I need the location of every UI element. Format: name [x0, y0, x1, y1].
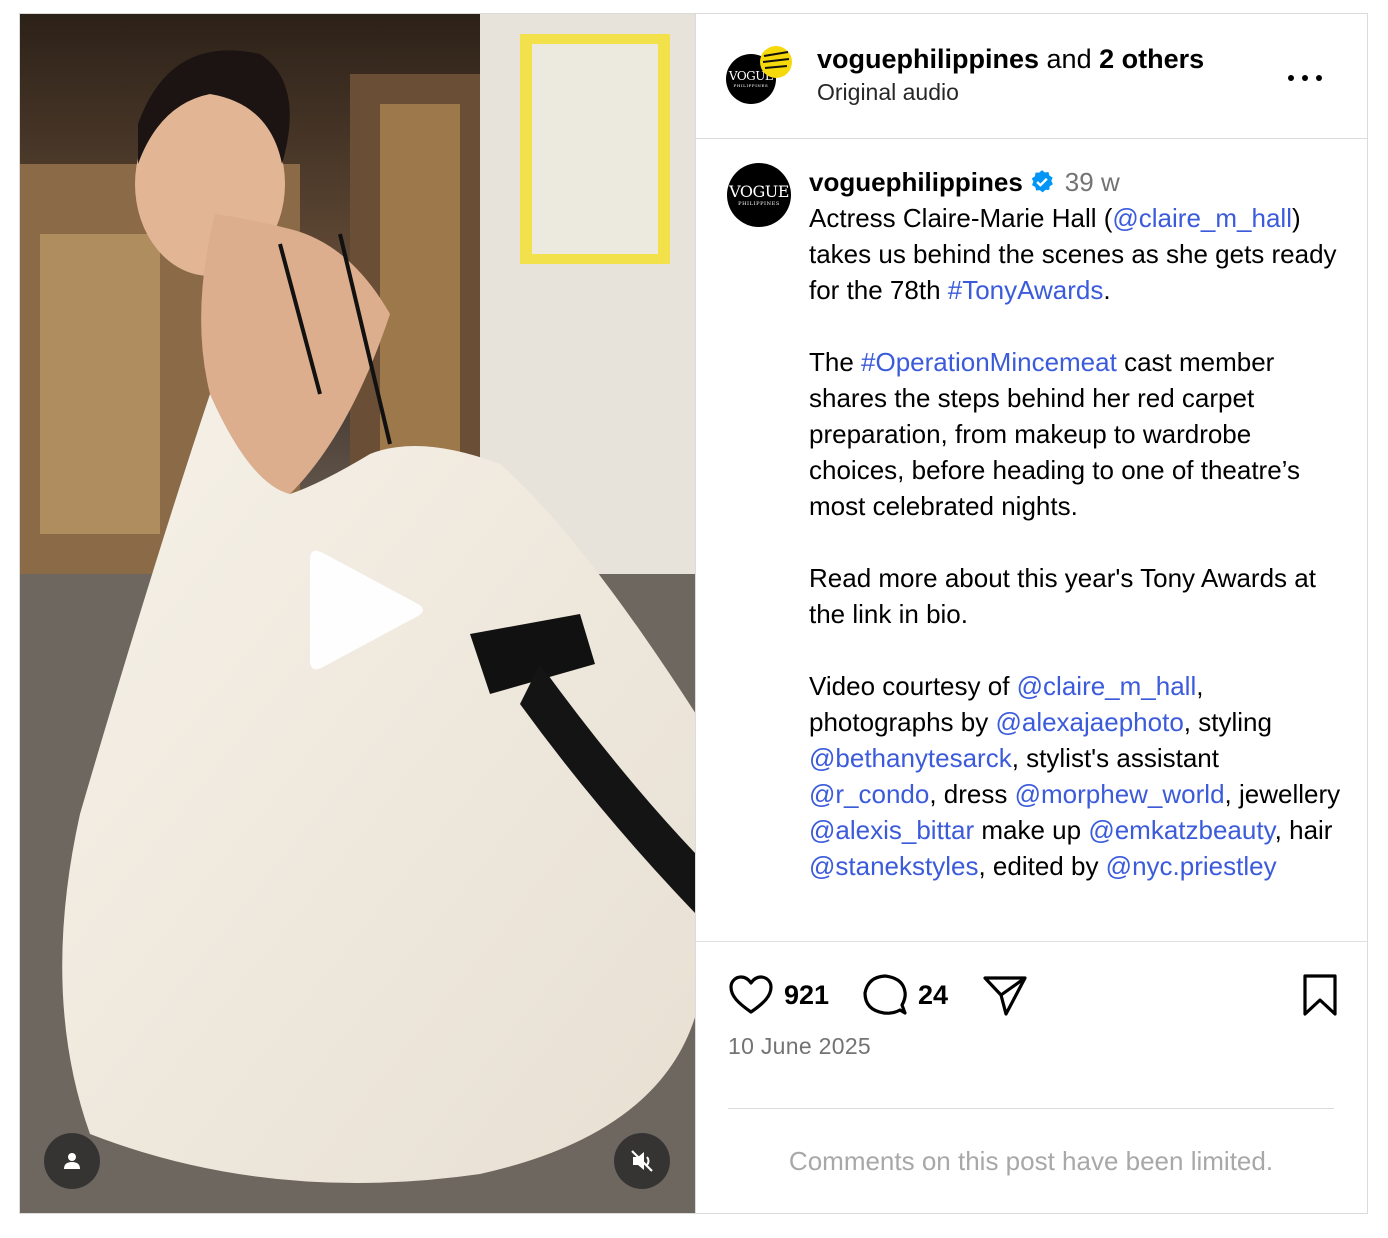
post-sidebar: VOGUE PHILIPPINES voguephilippines and 2… [696, 14, 1367, 1213]
header-username[interactable]: voguephilippines [817, 44, 1039, 74]
share-button[interactable] [982, 972, 1028, 1018]
caption-text-segment: , stylist's assistant [1011, 743, 1219, 773]
mention-link[interactable]: @claire_m_hall [1017, 671, 1197, 701]
caption-section: VOGUE PHILIPPINES voguephilippines 39 w A… [696, 140, 1367, 942]
video-media[interactable] [20, 14, 696, 1213]
post-date[interactable]: 10 June 2025 [728, 1033, 871, 1060]
caption-paragraph-3: Read more about this year's Tony Awards … [809, 563, 1316, 629]
comment-icon [863, 974, 907, 1015]
verified-badge-icon [1031, 170, 1053, 193]
mute-toggle-button[interactable] [614, 1133, 670, 1189]
hashtag-link[interactable]: #OperationMincemeat [861, 347, 1117, 377]
caption-text: voguephilippines 39 w Actress Claire-Mari… [809, 164, 1349, 884]
header-others-link[interactable]: 2 others [1099, 44, 1204, 74]
caption-text-segment: , hair [1274, 815, 1333, 845]
caption-text-segment: make up [974, 815, 1089, 845]
more-icon [1288, 75, 1322, 81]
mention-link[interactable]: @alexajaephoto [995, 707, 1183, 737]
play-icon [310, 550, 423, 670]
more-options-button[interactable] [1285, 66, 1325, 90]
heart-icon [729, 975, 773, 1014]
share-icon [983, 976, 1027, 1016]
mention-link[interactable]: @nyc.priestley [1106, 851, 1277, 881]
header-text: voguephilippines and 2 others Original a… [817, 44, 1204, 106]
caption-text-segment: , styling [1183, 707, 1272, 737]
avatar-sub-text: PHILIPPINES [733, 83, 769, 88]
comment-count[interactable]: 24 [918, 980, 948, 1011]
header-and-text: and [1046, 44, 1092, 74]
caption-text-segment: , dress [929, 779, 1015, 809]
caption-paragraph-4: Video courtesy of @claire_m_hall, photog… [809, 668, 1349, 884]
comments-divider [728, 1108, 1334, 1109]
mention-link[interactable]: @claire_m_hall [1112, 203, 1292, 233]
action-bar: 921 24 [728, 972, 1340, 1022]
like-button[interactable]: 921 [728, 972, 829, 1018]
save-button[interactable] [1300, 972, 1340, 1018]
caption-text-segment: Video courtesy of [809, 671, 1017, 701]
comment-button[interactable]: 24 [862, 972, 948, 1018]
mute-icon [631, 1150, 653, 1172]
tagged-people-button[interactable] [44, 1133, 100, 1189]
caption-text-segment: , edited by [978, 851, 1106, 881]
collab-avatar-ring [760, 46, 792, 78]
play-button[interactable] [300, 542, 430, 677]
caption-avatar-sub-text: PHILIPPINES [738, 200, 780, 207]
mention-link[interactable]: @r_condo [809, 779, 929, 809]
like-count[interactable]: 921 [784, 980, 829, 1011]
post-age[interactable]: 39 w [1065, 167, 1120, 197]
header-collab-line: voguephilippines and 2 others [817, 44, 1204, 75]
bookmark-icon [1303, 974, 1337, 1016]
mention-link[interactable]: @bethanytesarck [809, 743, 1012, 773]
caption-avatar[interactable]: VOGUE PHILIPPINES [727, 163, 791, 227]
mention-link[interactable]: @emkatzbeauty [1088, 815, 1274, 845]
caption-avatar-logo-text: VOGUE [729, 181, 789, 201]
mention-link[interactable]: @stanekstyles [809, 851, 978, 881]
caption-username[interactable]: voguephilippines [809, 167, 1023, 197]
caption-paragraph-2: The #OperationMincemeat cast member shar… [809, 344, 1349, 524]
post-container: VOGUE PHILIPPINES voguephilippines and 2… [19, 13, 1368, 1214]
mention-link[interactable]: @morphew_world [1015, 779, 1225, 809]
mention-link[interactable]: @alexis_bittar [809, 815, 974, 845]
caption-text-segment: The [809, 347, 862, 377]
caption-author-line: voguephilippines 39 w [809, 164, 1349, 200]
post-header: VOGUE PHILIPPINES voguephilippines and 2… [696, 14, 1367, 139]
audio-link[interactable]: Original audio [817, 79, 1204, 106]
caption-text-segment: . [1103, 275, 1111, 305]
comments-limited-notice: Comments on this post have been limited. [788, 1146, 1274, 1176]
tag-person-icon [64, 1153, 80, 1169]
caption-text-segment: , jewellery [1224, 779, 1341, 809]
caption-paragraph-1: Actress Claire-Marie Hall (@claire_m_hal… [809, 200, 1349, 308]
hashtag-link[interactable]: #TonyAwards [948, 275, 1104, 305]
caption-text-segment: Actress Claire-Marie Hall ( [809, 203, 1113, 233]
